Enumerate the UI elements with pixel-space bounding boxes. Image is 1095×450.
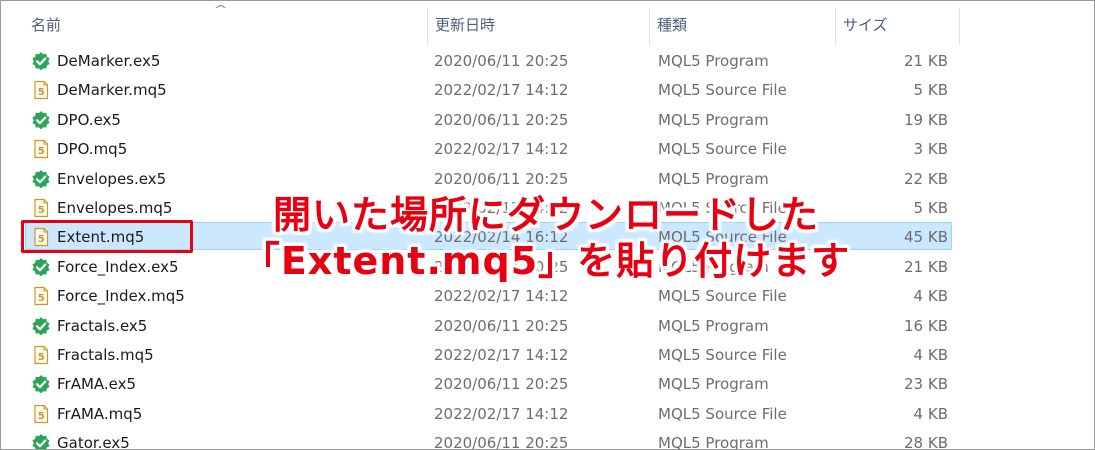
executable-check-icon <box>31 110 51 130</box>
file-name: FrAMA.mq5 <box>57 404 143 423</box>
file-date: 2022/02/17 14:12 <box>434 287 569 306</box>
executable-check-icon <box>31 433 51 449</box>
chevron-up-icon: ^ <box>213 3 228 16</box>
svg-text:5: 5 <box>38 352 45 363</box>
file-size: 19 KB <box>904 110 948 129</box>
file-type: MQL5 Source File <box>658 81 787 100</box>
file-name: Gator.ex5 <box>57 434 130 450</box>
mq5-source-icon: 5 <box>31 139 51 159</box>
file-size: 23 KB <box>904 375 948 394</box>
file-date: 2020/06/11 20:25 <box>434 52 569 70</box>
column-header-size[interactable]: サイズ <box>835 1 959 45</box>
file-name: Force_Index.mq5 <box>57 287 185 306</box>
file-row[interactable]: Fractals.ex5 2020/06/11 20:25 MQL5 Program… <box>1 311 1094 340</box>
file-row[interactable]: Gator.ex5 2020/06/11 20:25 MQL5 Program 28 … <box>1 428 1094 450</box>
mq5-source-icon: 5 <box>31 80 51 100</box>
svg-text:5: 5 <box>38 293 45 304</box>
file-row[interactable]: DPO.ex5 2020/06/11 20:25 MQL5 Program 19 KB <box>1 105 1094 134</box>
file-size: 5 KB <box>913 81 948 100</box>
file-size: 28 KB <box>904 434 948 450</box>
file-name: Envelopes.mq5 <box>57 199 173 217</box>
file-type: MQL5 Program <box>658 375 769 394</box>
executable-check-icon <box>31 51 51 71</box>
mq5-source-icon: 5 <box>31 286 51 306</box>
file-date: 2022/02/17 14:12 <box>434 404 569 423</box>
file-date: 2022/02/17 14:12 <box>434 140 569 159</box>
file-date: 2020/06/11 20:25 <box>434 316 569 335</box>
executable-check-icon <box>31 257 51 277</box>
highlight-box <box>21 220 193 253</box>
file-row[interactable]: 5 Fractals.mq5 2022/02/17 14:12 MQL5 Source… <box>1 340 1094 369</box>
file-size: 3 KB <box>913 140 948 159</box>
file-row[interactable]: 5 Force_Index.mq5 2022/02/17 14:12 MQL5 Sou… <box>1 281 1094 310</box>
file-name: DPO.mq5 <box>57 140 128 159</box>
file-date: 2020/06/11 20:25 <box>434 110 569 129</box>
file-date: 2022/02/17 14:12 <box>434 81 569 100</box>
executable-check-icon <box>31 169 51 189</box>
file-type: MQL5 Source File <box>658 287 787 306</box>
file-name: DeMarker.ex5 <box>57 52 161 70</box>
file-name: Envelopes.ex5 <box>57 169 167 188</box>
column-header-date[interactable]: 更新日時 <box>427 1 649 45</box>
executable-check-icon <box>31 316 51 336</box>
file-date: 2022/02/17 14:12 <box>434 346 569 364</box>
file-explorer-list: 名前 ^ 更新日時 種類 サイズ DeMarker.ex5 2020/06/11 … <box>0 0 1095 450</box>
column-divider[interactable] <box>959 7 960 45</box>
file-row[interactable]: 5 DeMarker.mq5 2022/02/17 14:12 MQL5 Source… <box>1 75 1094 104</box>
file-row[interactable]: 5 FrAMA.mq5 2022/02/17 14:12 MQL5 Source Fi… <box>1 399 1094 428</box>
file-type: MQL5 Source File <box>658 140 787 159</box>
mq5-source-icon: 5 <box>31 345 51 365</box>
file-type: MQL5 Program <box>658 434 769 450</box>
file-size: 16 KB <box>904 316 948 335</box>
column-header-bar: 名前 ^ 更新日時 種類 サイズ <box>1 1 1094 45</box>
file-date: 2020/06/11 20:25 <box>434 375 569 394</box>
file-row[interactable]: DeMarker.ex5 2020/06/11 20:25 MQL5 Program… <box>1 46 1094 75</box>
file-type: MQL5 Source File <box>658 346 787 364</box>
mq5-source-icon: 5 <box>31 198 51 218</box>
executable-check-icon <box>31 374 51 394</box>
file-size: 21 KB <box>904 52 948 70</box>
file-name: DeMarker.mq5 <box>57 81 167 100</box>
file-name: FrAMA.ex5 <box>57 375 137 394</box>
svg-text:5: 5 <box>38 146 45 157</box>
file-name: Fractals.mq5 <box>57 346 154 364</box>
file-row[interactable]: FrAMA.ex5 2020/06/11 20:25 MQL5 Program 23 … <box>1 369 1094 398</box>
file-name: Force_Index.ex5 <box>57 257 179 276</box>
file-type: MQL5 Program <box>658 110 769 129</box>
file-name: Fractals.ex5 <box>57 316 148 335</box>
file-name: DPO.ex5 <box>57 110 121 129</box>
file-type: MQL5 Source File <box>658 404 787 423</box>
annotation-line-2: 「Extent.mq5」を貼り付けます <box>241 239 851 283</box>
file-size: 4 KB <box>913 404 948 423</box>
file-row[interactable]: 5 DPO.mq5 2022/02/17 14:12 MQL5 Source File… <box>1 134 1094 163</box>
file-type: MQL5 Program <box>658 316 769 335</box>
svg-text:5: 5 <box>38 205 45 216</box>
mq5-source-icon: 5 <box>31 404 51 424</box>
svg-text:5: 5 <box>38 411 45 422</box>
file-type: MQL5 Program <box>658 52 769 70</box>
file-size: 4 KB <box>913 346 948 364</box>
file-size: 4 KB <box>913 287 948 306</box>
svg-text:5: 5 <box>38 87 45 98</box>
file-date: 2020/06/11 20:25 <box>434 434 569 450</box>
column-header-type[interactable]: 種類 <box>649 1 835 45</box>
